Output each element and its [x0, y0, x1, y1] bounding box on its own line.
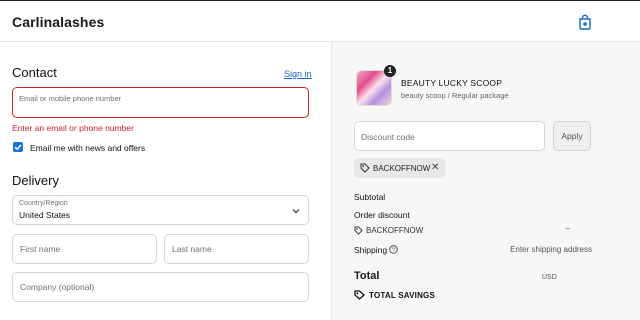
applied-discount-code: BACKOFFNOW	[373, 164, 431, 173]
email-error-message: Enter an email or phone number	[12, 123, 134, 133]
total-savings-label: TOTAL SAVINGS	[369, 291, 436, 300]
contact-heading: Contact	[12, 65, 57, 80]
header: Carlinalashes	[0, 0, 640, 42]
country-value: United States	[19, 210, 71, 220]
tag-icon	[360, 163, 370, 173]
apply-button[interactable]: Apply	[553, 121, 591, 151]
email-placeholder: Email or mobile phone number	[19, 94, 122, 103]
discount-code-placeholder: Discount code	[361, 132, 415, 142]
shopping-bag-icon[interactable]	[578, 14, 592, 30]
subtotal-label: Subtotal	[354, 192, 386, 202]
tag-icon	[354, 226, 363, 235]
newsletter-checkbox[interactable]	[13, 142, 23, 152]
order-discount-label: Order discount	[354, 210, 410, 220]
sign-in-link[interactable]: Sign in	[284, 69, 312, 79]
remove-discount-icon[interactable]: ✕	[431, 163, 439, 173]
chevron-down-icon	[292, 209, 300, 214]
total-label: Total	[354, 270, 380, 282]
savings-tag-icon	[354, 290, 365, 300]
first-name-placeholder: First name	[20, 244, 61, 254]
help-icon[interactable]: ?	[389, 245, 398, 254]
quantity-badge: 1	[384, 65, 396, 77]
discount-amount: –	[565, 224, 570, 233]
newsletter-label: Email me with news and offers	[30, 143, 146, 153]
product-name: BEAUTY LUCKY SCOOP	[401, 78, 503, 88]
shipping-label: Shipping	[354, 245, 388, 255]
currency-code: USD	[542, 274, 557, 281]
product-variant: beauty scoop / Regular package	[401, 91, 509, 100]
shipping-value: Enter shipping address	[510, 245, 592, 254]
discount-code-line: BACKOFFNOW	[366, 226, 424, 235]
company-placeholder: Company (optional)	[20, 282, 95, 292]
checkmark-icon	[14, 144, 22, 151]
last-name-placeholder: Last name	[172, 244, 212, 254]
delivery-heading: Delivery	[12, 173, 59, 188]
store-logo[interactable]: Carlinalashes	[12, 14, 104, 30]
country-label: Country/Region	[19, 200, 68, 207]
